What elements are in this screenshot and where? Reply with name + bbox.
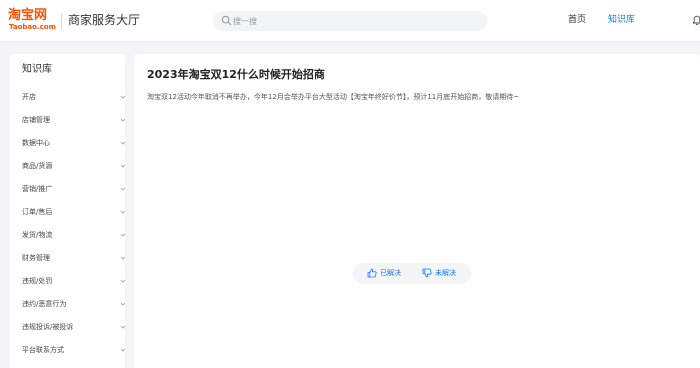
app-title: 商家服务大厅 xyxy=(68,13,141,27)
top-header: 淘宝网 Taobao.com 商家服务大厅 首页 知识库 xyxy=(0,0,700,42)
search-bar[interactable] xyxy=(213,11,487,31)
sidebar-item-violations[interactable]: 违规/处罚 xyxy=(10,273,126,291)
article-body: 淘宝双12活动今年取消不再举办，今年12月会举办平台大型活动【淘宝年终好价节】，… xyxy=(147,93,520,101)
bell-icon[interactable] xyxy=(692,15,700,26)
taobao-logo[interactable]: 淘宝网 Taobao.com xyxy=(8,8,56,34)
search-icon xyxy=(221,15,232,26)
chevron-down-icon xyxy=(120,279,126,283)
search-input[interactable] xyxy=(233,12,473,30)
sidebar-item-shipping[interactable]: 发货/物流 xyxy=(10,227,126,245)
feedback-bar: 已解决 未解决 xyxy=(353,263,471,284)
sidebar-item-label: 违规投诉/被投诉 xyxy=(22,323,74,331)
nav-knowledge-base-link[interactable]: 知识库 xyxy=(608,13,635,27)
sidebar-item-finance[interactable]: 财务管理 xyxy=(10,250,126,268)
sidebar-item-complaints[interactable]: 违规投诉/被投诉 xyxy=(10,319,126,337)
sidebar-item-orders[interactable]: 订单/售后 xyxy=(10,204,126,222)
thumbs-up-icon xyxy=(367,268,377,278)
header-divider xyxy=(61,13,62,29)
sidebar-item-label: 发货/物流 xyxy=(22,231,53,239)
article-panel: 2023年淘宝双12什么时候开始招商 淘宝双12活动今年取消不再举办，今年12月… xyxy=(134,54,700,368)
sidebar-item-label: 财务管理 xyxy=(22,254,50,262)
chevron-down-icon xyxy=(120,348,126,352)
chevron-down-icon xyxy=(120,164,126,168)
sidebar-item-label: 开店 xyxy=(22,93,36,101)
article-title: 2023年淘宝双12什么时候开始招商 xyxy=(147,68,325,81)
sidebar-item-products[interactable]: 商品/货源 xyxy=(10,158,126,176)
chevron-down-icon xyxy=(120,210,126,214)
sidebar-item-open-store[interactable]: 开店 xyxy=(10,89,126,107)
sidebar-item-contact[interactable]: 平台联系方式 xyxy=(10,342,126,360)
chevron-down-icon xyxy=(120,233,126,237)
sidebar-item-label: 店铺管理 xyxy=(22,116,50,124)
sidebar-item-label: 营销/推广 xyxy=(22,185,53,193)
nav-home-link[interactable]: 首页 xyxy=(568,13,586,27)
chevron-down-icon xyxy=(120,118,126,122)
sidebar-item-label: 数据中心 xyxy=(22,139,50,147)
sidebar-item-label: 订单/售后 xyxy=(22,208,53,216)
chevron-down-icon xyxy=(120,325,126,329)
sidebar-item-store-management[interactable]: 店铺管理 xyxy=(10,112,126,130)
resolved-label: 已解决 xyxy=(380,269,401,277)
unresolved-label: 未解决 xyxy=(435,269,456,277)
sidebar-item-label: 违规/处罚 xyxy=(22,277,53,285)
sidebar-item-label: 违约/恶意行为 xyxy=(22,300,67,308)
thumbs-down-icon xyxy=(422,268,432,278)
sidebar-item-label: 商品/货源 xyxy=(22,162,53,170)
knowledge-sidebar: 知识库 开店 店铺管理 数据中心 商品/货源 营销/推广 订单/售后 发货/物流… xyxy=(10,54,126,368)
logo-subtext: Taobao.com xyxy=(9,23,56,31)
sidebar-item-data-center[interactable]: 数据中心 xyxy=(10,135,126,153)
logo-text: 淘宝网 xyxy=(8,8,48,23)
sidebar-item-marketing[interactable]: 营销/推广 xyxy=(10,181,126,199)
sidebar-item-breach[interactable]: 违约/恶意行为 xyxy=(10,296,126,314)
chevron-down-icon xyxy=(120,256,126,260)
chevron-down-icon xyxy=(120,187,126,191)
sidebar-item-label: 平台联系方式 xyxy=(22,346,64,354)
chevron-down-icon xyxy=(120,302,126,306)
chevron-down-icon xyxy=(120,95,126,99)
sidebar-title: 知识库 xyxy=(22,64,52,75)
chevron-down-icon xyxy=(120,141,126,145)
